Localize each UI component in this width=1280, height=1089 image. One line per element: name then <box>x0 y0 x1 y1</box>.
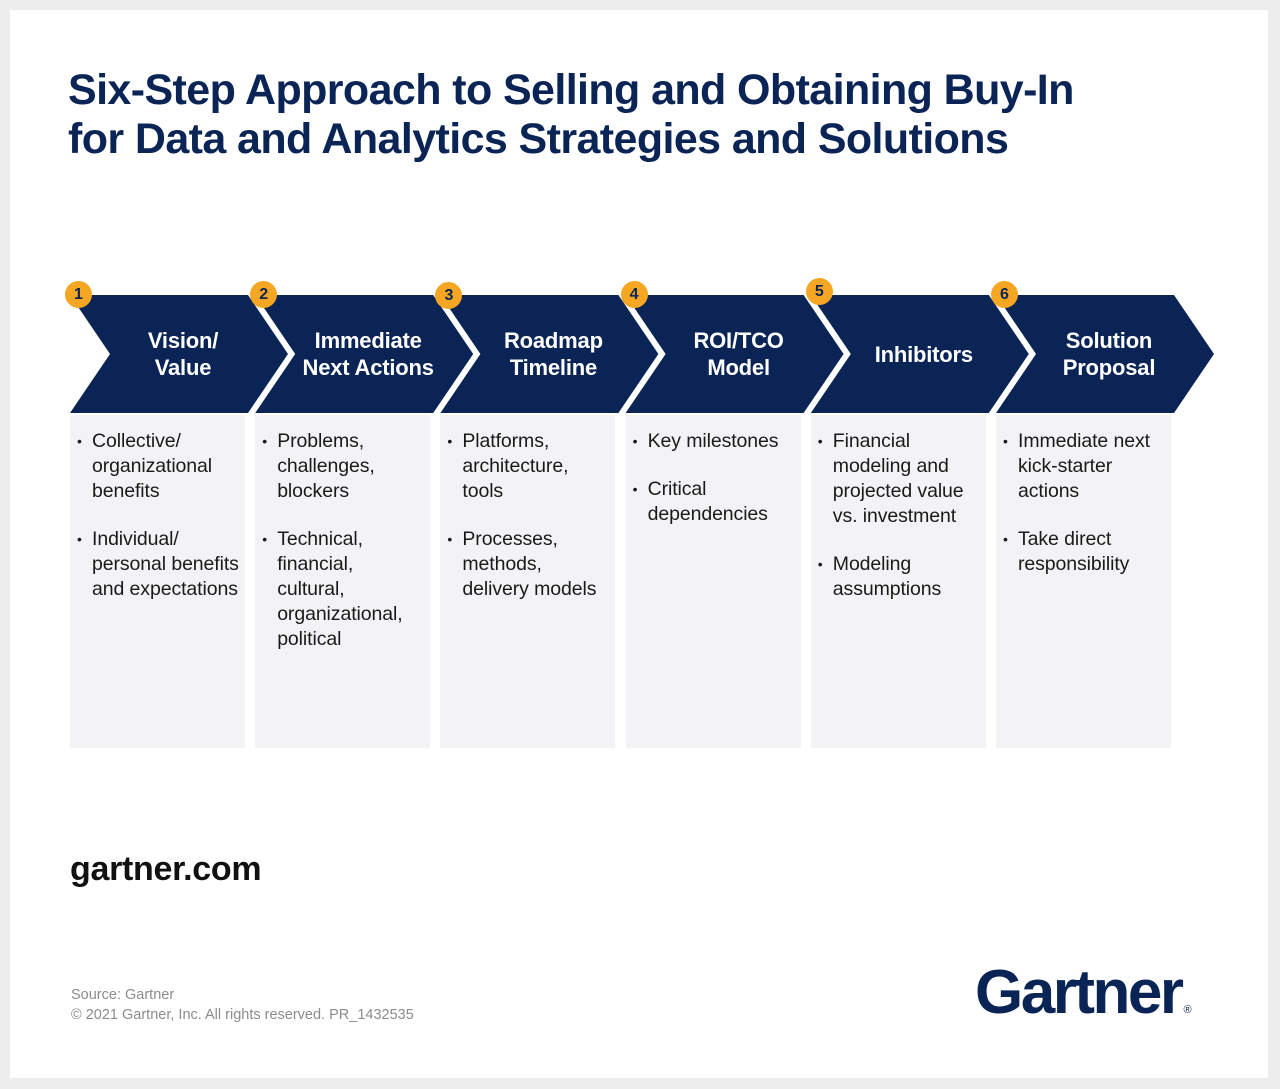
step-number-badge: 1 <box>65 281 92 308</box>
step-bullet-list: Immediate next kick-starter actions Take … <box>996 415 1171 577</box>
step-title-line: Proposal <box>1062 355 1156 380</box>
step-bullet-list: Platforms, architecture, tools Processes,… <box>440 415 615 602</box>
step-title-line: Immediate <box>314 328 422 353</box>
step-bullet: Take direct responsibility <box>1003 527 1165 577</box>
step-title-6: Solution Proposal <box>1028 295 1190 413</box>
step-title-line: Inhibitors <box>874 341 973 367</box>
registered-mark: ® <box>1183 1004 1192 1016</box>
step-bullet-list: Problems, challenges, blockers Technical,… <box>255 415 430 652</box>
step-title-5: Inhibitors <box>843 295 1005 413</box>
title-line-1: Six-Step Approach to Selling and Obtaini… <box>68 66 1074 114</box>
step-number-badge: 6 <box>991 281 1018 308</box>
step-detail-panel-6: Immediate next kick-starter actions Take … <box>996 415 1171 748</box>
step-bullet: Technical, financial, cultural, organiza… <box>262 527 424 652</box>
step-title-1: Vision/Value <box>102 295 264 413</box>
step-title-line: Next Actions <box>302 355 434 380</box>
step-title-4: ROI/TCO Model <box>658 295 820 413</box>
title-line-2: for Data and Analytics Strategies and So… <box>68 115 1009 163</box>
step-detail-panel-1: Collective/ organizational benefits Indiv… <box>70 415 245 748</box>
website-link[interactable]: gartner.com <box>70 850 262 889</box>
step-detail-panel-3: Platforms, architecture, tools Processes,… <box>440 415 616 748</box>
logo-text: Gartner <box>975 958 1184 1027</box>
step-title-line: Model <box>707 355 770 380</box>
step-detail-panel-2: Problems, challenges, blockers Technical,… <box>255 415 431 748</box>
copyright-text: © 2021 Gartner, Inc. All rights reserved… <box>71 1006 414 1023</box>
step-bullet: Problems, challenges, blockers <box>262 429 424 504</box>
step-title-line: ROI/TCO <box>693 328 784 353</box>
step-title-line: Roadmap <box>503 328 603 353</box>
step-title-line: Value <box>154 355 212 380</box>
step-bullet-list: Collective/ organizational benefits Indiv… <box>70 415 245 602</box>
step-number-badge: 5 <box>805 278 833 305</box>
step-bullet: Critical dependencies <box>633 477 795 527</box>
source-text: Source: Gartner <box>71 987 175 1003</box>
step-title-line: Timeline <box>509 355 598 380</box>
step-bullet: Immediate next kick-starter actions <box>1003 429 1165 504</box>
step-number-badge: 2 <box>250 281 278 308</box>
step-detail-panel-4: Key milestones Critical dependencies <box>625 415 801 748</box>
source-note: Source: Gartner © 2021 Gartner, Inc. All… <box>71 986 414 1025</box>
step-number-badge: 4 <box>620 281 648 308</box>
step-title-3: Roadmap Timeline <box>472 295 634 413</box>
step-bullet: Key milestones <box>633 429 795 454</box>
step-bullet: Individual/ personal benefits and expect… <box>77 527 239 602</box>
gartner-logo: Gartner ® <box>975 957 1192 1046</box>
step-detail-panel-5: Financial modeling and projected value v… <box>810 415 986 748</box>
step-bullet-list: Financial modeling and projected value v… <box>811 415 986 602</box>
step-bullet: Modeling assumptions <box>818 552 980 602</box>
step-bullet: Platforms, architecture, tools <box>447 429 609 504</box>
step-title-line: Vision/ <box>147 328 219 353</box>
step-title-line: Solution <box>1065 328 1153 353</box>
step-bullet: Processes, methods, delivery models <box>447 527 609 602</box>
step-bullet: Collective/ organizational benefits <box>77 429 239 504</box>
step-bullet-list: Key milestones Critical dependencies <box>626 415 801 527</box>
step-bullet: Financial modeling and projected value v… <box>818 429 980 529</box>
page-title: Six-Step Approach to Selling and Obtaini… <box>68 66 1228 164</box>
step-title-2: Immediate Next Actions <box>287 295 449 413</box>
